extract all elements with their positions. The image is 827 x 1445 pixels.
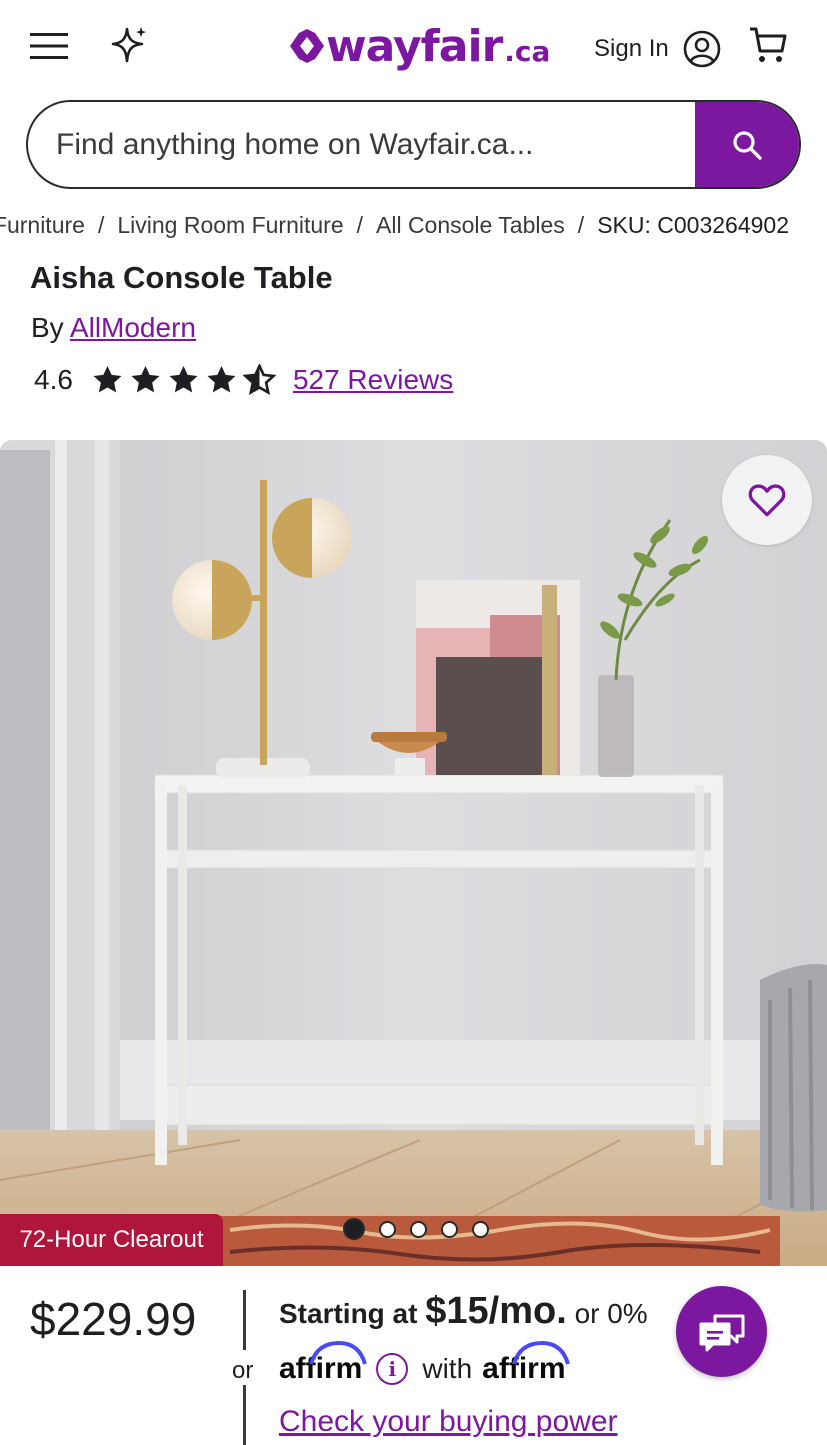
clearout-badge: 72-Hour Clearout <box>0 1214 223 1266</box>
logo-mark-icon <box>290 29 324 63</box>
star-rating <box>91 364 281 396</box>
monthly-price: $15/mo. <box>425 1290 567 1332</box>
info-icon[interactable]: i <box>376 1353 409 1385</box>
divider <box>243 1385 246 1445</box>
breadcrumb-item[interactable]: Living Room Furniture <box>117 212 343 239</box>
heart-icon <box>748 484 786 517</box>
financing-text: Starting at $15/mo. or 0% <box>279 1290 648 1333</box>
star-full-icon <box>131 366 160 393</box>
account-icon <box>683 30 721 68</box>
chat-icon <box>699 1314 744 1351</box>
buying-power-link[interactable]: Check your buying power <box>279 1405 618 1439</box>
sign-in-label: Sign In <box>594 35 669 62</box>
carousel-dot[interactable] <box>441 1220 458 1238</box>
affirm-arc-icon <box>309 1340 367 1365</box>
carousel-dot[interactable] <box>379 1220 396 1238</box>
breadcrumb-separator: / <box>577 212 585 238</box>
cart-icon[interactable] <box>746 24 790 66</box>
affirm-logo: affirm <box>279 1340 367 1386</box>
affirm-arc-icon <box>512 1340 571 1365</box>
brand-link[interactable]: AllModern <box>70 312 196 343</box>
favorite-button[interactable] <box>722 455 812 545</box>
product-photo <box>0 440 827 1266</box>
star-full-icon <box>207 366 236 393</box>
logo-suffix: .ca <box>504 34 551 68</box>
affirm-logo: affirm <box>482 1340 571 1386</box>
menu-icon[interactable] <box>28 26 70 66</box>
product-image[interactable] <box>0 440 827 1266</box>
breadcrumb-item[interactable]: Furniture <box>0 212 85 239</box>
top-bar: wayfair .ca Sign In <box>0 0 827 92</box>
breadcrumb-separator: / <box>356 212 363 238</box>
sparkle-icon[interactable] <box>108 23 150 67</box>
search-icon <box>733 130 762 160</box>
rating-value: 4.6 <box>34 364 73 395</box>
breadcrumb: Furniture / Living Room Furniture / All … <box>0 208 827 246</box>
rating-row: 4.6 527 Reviews <box>34 364 453 396</box>
star-half-icon <box>242 364 276 396</box>
product-byline: By AllModern <box>31 312 196 344</box>
breadcrumb-separator: / <box>97 212 105 238</box>
divider <box>243 1290 246 1350</box>
search-input[interactable] <box>28 102 695 187</box>
breadcrumb-item[interactable]: All Console Tables <box>376 212 565 239</box>
sign-in-button[interactable]: Sign In <box>594 30 721 68</box>
logo-text: wayfair <box>326 20 503 72</box>
reviews-link[interactable]: 527 Reviews <box>293 364 453 396</box>
carousel-dot-active[interactable] <box>343 1218 365 1240</box>
affirm-row: affirm i with affirm <box>279 1340 571 1386</box>
wayfair-logo[interactable]: wayfair .ca <box>288 18 550 74</box>
star-full-icon <box>93 366 122 393</box>
carousel-dot[interactable] <box>410 1220 427 1238</box>
carousel-dot[interactable] <box>472 1220 489 1238</box>
breadcrumb-sku: SKU: C003264902 <box>597 212 789 238</box>
search-button[interactable] <box>695 102 799 187</box>
apr-label: or 0% <box>574 1298 648 1329</box>
search-bar <box>26 100 801 189</box>
product-title: Aisha Console Table <box>30 260 333 295</box>
carousel-indicator <box>343 1218 503 1240</box>
with-label: with <box>422 1353 473 1384</box>
chat-button[interactable] <box>676 1286 767 1377</box>
starting-label: Starting at <box>279 1298 418 1329</box>
or-label: or <box>232 1357 254 1384</box>
price: $229.99 <box>30 1293 197 1345</box>
star-full-icon <box>169 366 198 393</box>
by-label: By <box>31 312 64 343</box>
